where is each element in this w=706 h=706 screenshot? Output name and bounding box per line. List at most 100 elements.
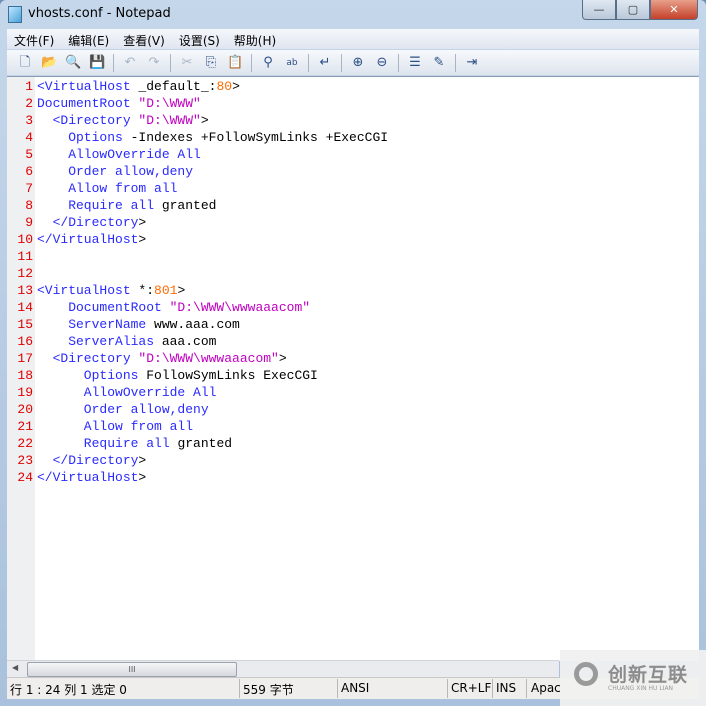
line-number: 17: [17, 351, 33, 366]
code-line: 7 Allow from all: [7, 180, 177, 197]
menu-bar: 文件(F) 编辑(E) 查看(V) 设置(S) 帮助(H): [7, 29, 699, 49]
line-number: 6: [25, 164, 33, 179]
code-line: 9 </Directory>: [7, 214, 146, 231]
code-token: 801: [154, 283, 178, 298]
minimize-button[interactable]: —: [582, 0, 616, 20]
line-number: 13: [17, 283, 33, 298]
code-token: Order allow,deny: [37, 164, 194, 179]
save-icon[interactable]: 💾: [89, 55, 105, 71]
watermark: 创新互联 CHUANG XIN HU LIAN: [560, 650, 706, 706]
code-line: 6 Order allow,deny: [7, 163, 193, 180]
code-token: DocumentRoot: [37, 300, 170, 315]
paste-icon[interactable]: 📋: [227, 55, 243, 71]
code-line: 15 ServerName www.aaa.com: [7, 316, 240, 333]
replace-icon[interactable]: ab: [284, 55, 300, 71]
close-button[interactable]: ✕: [650, 0, 698, 20]
code-token: >: [138, 453, 147, 468]
line-number: 20: [17, 402, 33, 417]
code-line: 16 ServerAlias aaa.com: [7, 333, 216, 350]
code-token: >: [138, 215, 147, 230]
toolbar-separator: [251, 53, 252, 72]
goto-icon[interactable]: ↵: [317, 55, 333, 71]
code-token: AllowOverride All: [37, 385, 217, 400]
line-number: 12: [17, 266, 33, 281]
line-number: 15: [17, 317, 33, 332]
code-line: 22 Require all granted: [7, 435, 232, 452]
code-token: "D:\WWW": [138, 113, 201, 128]
notepad-window: vhosts.conf - Notepad — ▢ ✕ 文件(F) 编辑(E) …: [0, 0, 706, 706]
line-number: 9: [25, 215, 33, 230]
line-number: 1: [25, 79, 33, 94]
code-token: Require all: [37, 436, 178, 451]
code-token: >: [232, 79, 240, 94]
toolbar: 🗋 📂 🔍 💾 ↶ ↷ ✂ ⎘ 📋 ⚲ ab ↵ ⊕ ⊖ ☰ ✎ ⇥: [7, 50, 699, 75]
code-token: Allow from all: [37, 181, 178, 196]
code-token: Order allow,deny: [37, 402, 209, 417]
status-lexer: Apac: [531, 681, 561, 695]
code-line: 23 </Directory>: [7, 452, 146, 469]
redo-icon[interactable]: ↷: [146, 55, 162, 71]
code-token: >: [138, 232, 147, 247]
browse-icon[interactable]: 🔍: [65, 55, 81, 71]
code-token: <Directory: [37, 351, 139, 366]
code-token: granted: [161, 198, 217, 213]
horizontal-scrollbar[interactable]: ◀ III: [7, 660, 559, 677]
settings-icon[interactable]: ✎: [431, 55, 447, 71]
code-token: FollowSymLinks ExecCGI: [146, 368, 318, 383]
code-token: Options: [37, 368, 147, 383]
line-number: 5: [25, 147, 33, 162]
code-token: www.aaa.com: [154, 317, 240, 332]
code-token: "D:\WWW\wwwaaacom": [169, 300, 311, 315]
scrollbar-thumb[interactable]: III: [27, 662, 237, 677]
menu-view[interactable]: 查看(V): [116, 29, 172, 49]
window-title: vhosts.conf - Notepad: [28, 6, 171, 21]
line-number: 11: [17, 249, 33, 264]
code-line: 19 AllowOverride All: [7, 384, 216, 401]
menu-help[interactable]: 帮助(H): [227, 29, 283, 49]
code-line: 3 <Directory "D:\WWW">: [7, 112, 209, 129]
code-token: granted: [177, 436, 233, 451]
code-line: 1 <VirtualHost _default_:80>: [7, 78, 240, 95]
new-file-icon[interactable]: 🗋: [17, 55, 33, 71]
menu-edit[interactable]: 编辑(E): [61, 29, 116, 49]
code-token: >: [138, 470, 147, 485]
code-line: 8 Require all granted: [7, 197, 216, 214]
code-line: 21 Allow from all: [7, 418, 193, 435]
open-folder-icon[interactable]: 📂: [41, 55, 57, 71]
maximize-button[interactable]: ▢: [616, 0, 650, 20]
zoom-in-icon[interactable]: ⊕: [350, 55, 366, 71]
code-token: Options: [37, 130, 131, 145]
code-token: Require all: [37, 198, 162, 213]
menu-file[interactable]: 文件(F): [7, 29, 61, 49]
status-eol: CR+LF: [451, 681, 492, 695]
code-line: 24 </VirtualHost>: [7, 469, 146, 486]
code-token: >: [177, 283, 186, 298]
line-number: 10: [17, 232, 33, 247]
line-number: 19: [17, 385, 33, 400]
code-line: 18 Options FollowSymLinks ExecCGI: [7, 367, 318, 384]
line-number: 24: [17, 470, 33, 485]
code-line: 13 <VirtualHost *:801>: [7, 282, 185, 299]
line-number: 3: [25, 113, 33, 128]
code-token: DocumentRoot: [37, 96, 139, 111]
copy-icon[interactable]: ⎘: [203, 55, 219, 71]
code-token: </VirtualHost: [37, 232, 139, 247]
scroll-left-icon[interactable]: ◀: [12, 663, 18, 672]
code-token: aaa.com: [161, 334, 217, 349]
code-token: 80: [216, 79, 233, 94]
exit-icon[interactable]: ⇥: [464, 55, 480, 71]
app-icon: [8, 6, 22, 23]
code-line: 4 Options -Indexes +FollowSymLinks +Exec…: [7, 129, 388, 146]
status-size: 559 字节: [243, 683, 294, 697]
code-line: 11: [7, 248, 37, 265]
text-editor[interactable]: 1 <VirtualHost _default_:80> 2 DocumentRoot…: [7, 76, 699, 661]
code-token: >: [200, 113, 209, 128]
code-line: 17 <Directory "D:\WWW\wwwaaacom">: [7, 350, 286, 367]
undo-icon[interactable]: ↶: [122, 55, 138, 71]
zoom-out-icon[interactable]: ⊖: [374, 55, 390, 71]
view-icon[interactable]: ☰: [407, 55, 423, 71]
find-icon[interactable]: ⚲: [260, 55, 276, 71]
menu-settings[interactable]: 设置(S): [172, 29, 227, 49]
code-line: 12: [7, 265, 37, 282]
cut-icon[interactable]: ✂: [179, 55, 195, 71]
